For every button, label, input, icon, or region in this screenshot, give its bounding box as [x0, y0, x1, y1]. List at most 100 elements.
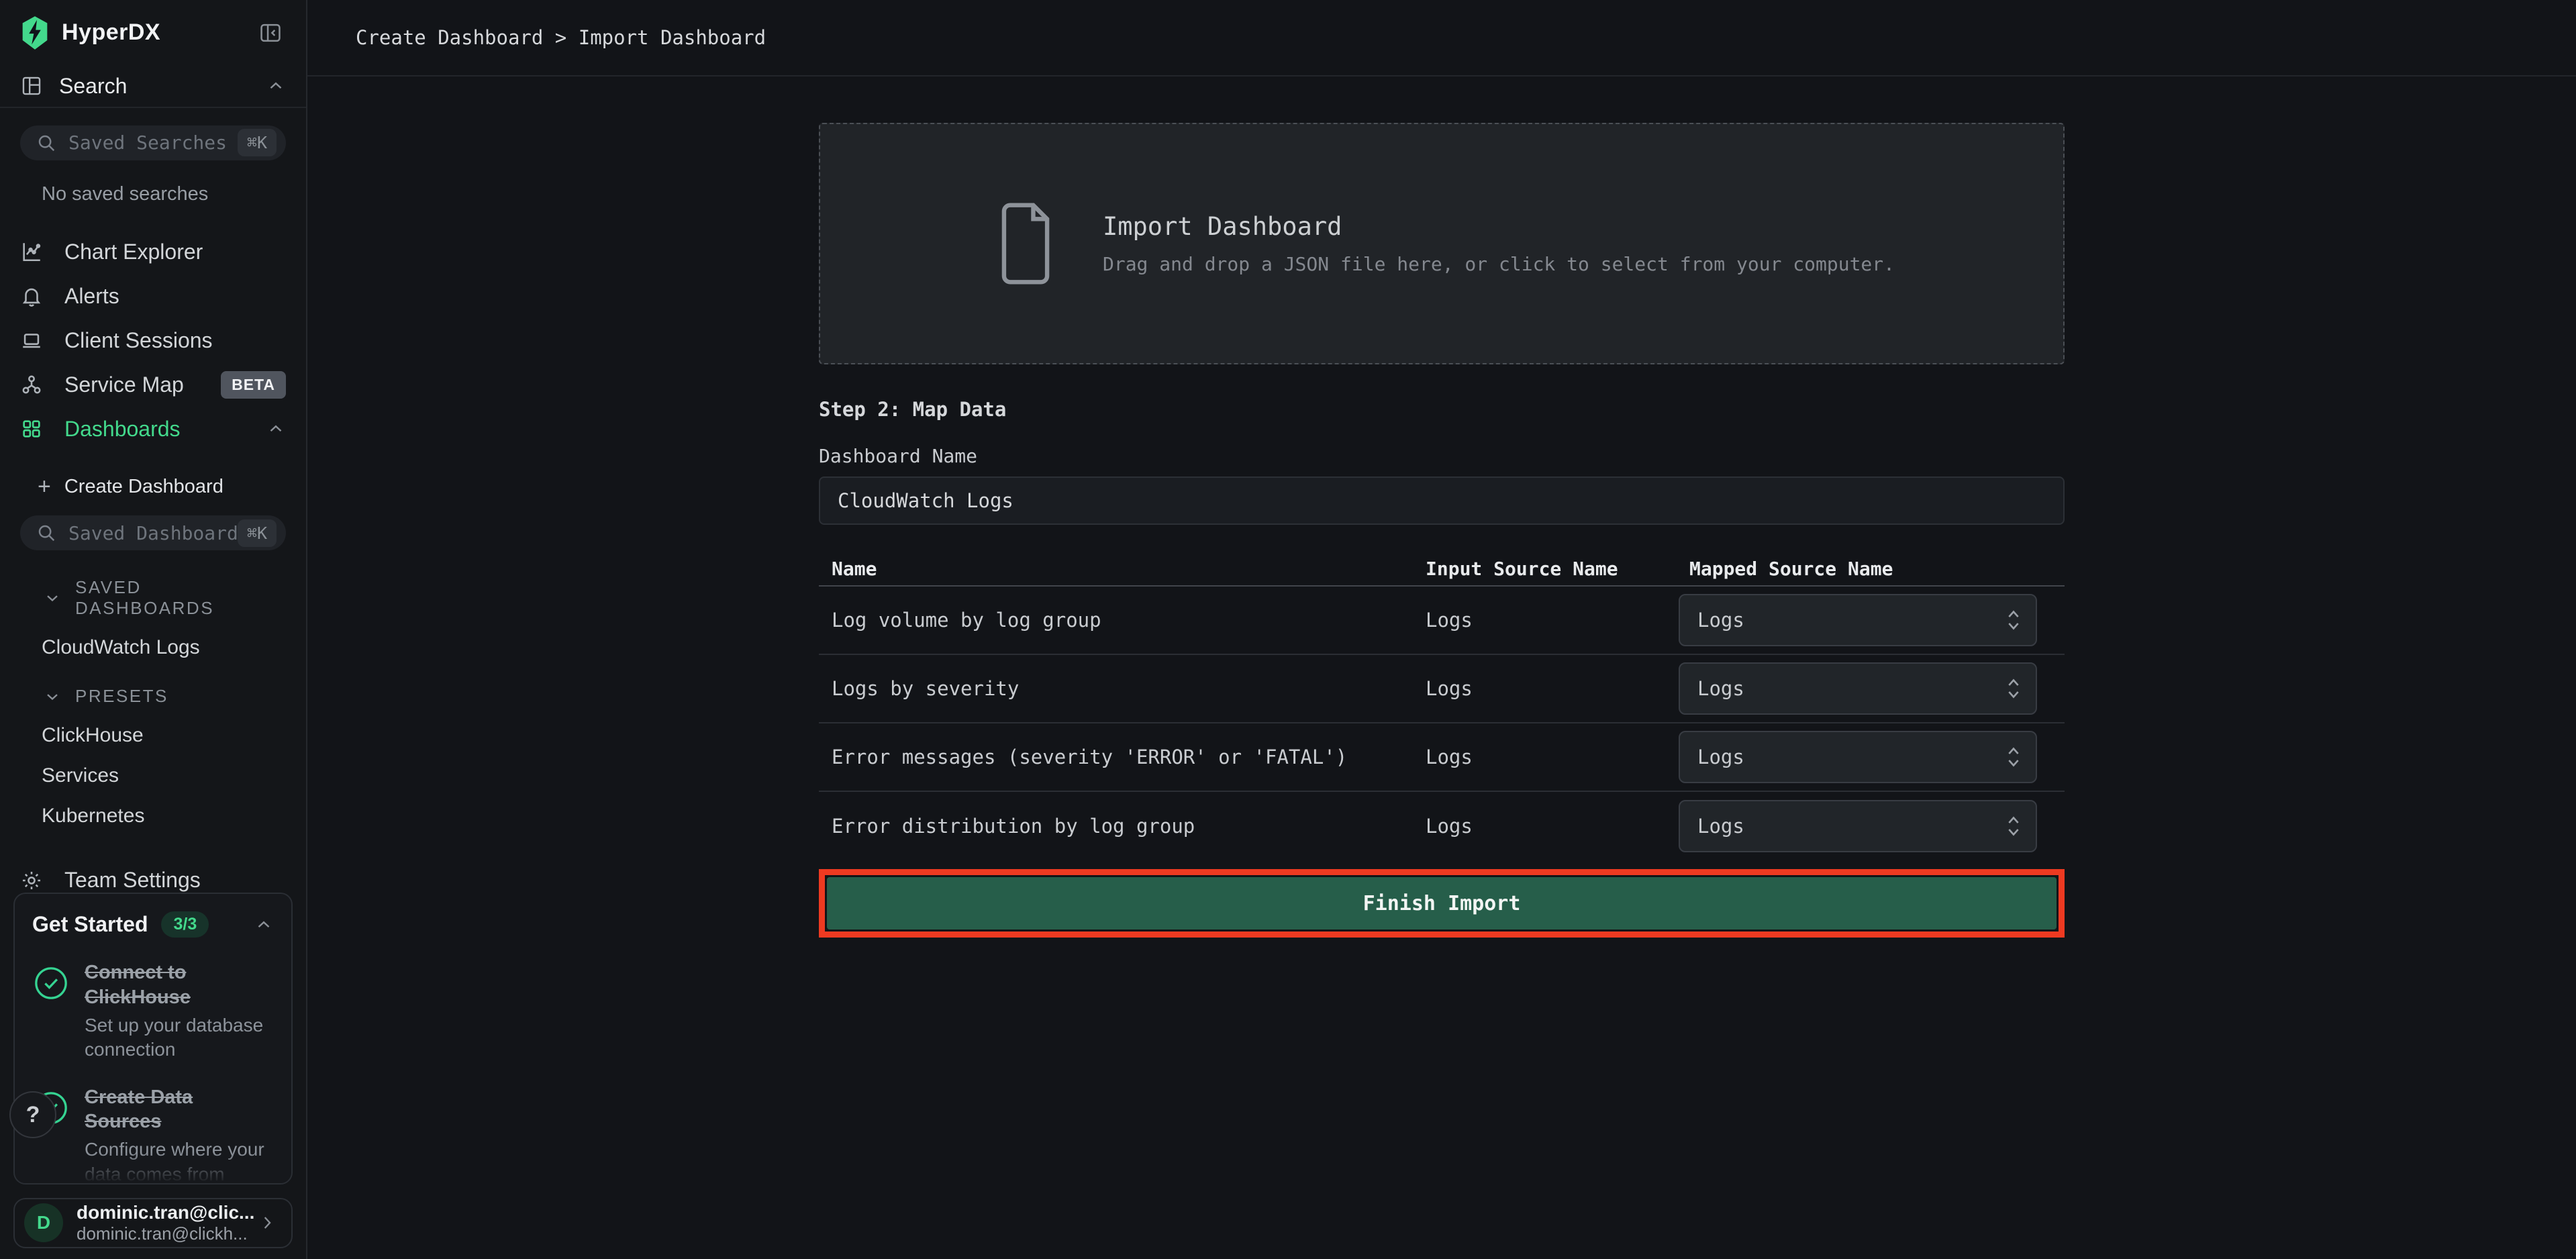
topbar: Create Dashboard > Import Dashboard	[307, 0, 2576, 77]
dashboard-name-input[interactable]	[819, 476, 2065, 525]
table-row: Log volume by log group Logs Logs	[819, 587, 2065, 655]
mapped-source-select[interactable]: Logs	[1679, 594, 2037, 646]
user-name: dominic.tran@clic...	[77, 1202, 256, 1223]
chart-explorer-icon	[20, 240, 50, 263]
select-chevrons-icon	[2005, 675, 2022, 702]
main-area: Create Dashboard > Import Dashboard Impo…	[307, 0, 2576, 1259]
chevron-up-icon[interactable]	[254, 915, 274, 935]
select-chevrons-icon	[2005, 813, 2022, 840]
search-icon	[36, 523, 56, 543]
selected-source: Logs	[1697, 677, 1744, 700]
input-source-name: Logs	[1426, 609, 1679, 632]
search-icon	[36, 133, 56, 153]
saved-dashboards-input[interactable]	[68, 522, 238, 544]
search-section-label: Search	[59, 74, 127, 99]
column-header-mapped-source: Mapped Source Name	[1679, 558, 2065, 580]
chart-name: Error messages (severity 'ERROR' or 'FAT…	[819, 746, 1426, 768]
service-map-icon	[20, 373, 50, 396]
saved-dashboards-group-label: SAVED DASHBOARDS	[75, 577, 286, 619]
logo-row: HyperDX	[0, 0, 306, 66]
sidebar-item-client-sessions[interactable]: Client Sessions	[0, 318, 306, 362]
mapped-source-select[interactable]: Logs	[1679, 731, 2037, 783]
team-settings-label: Team Settings	[64, 868, 201, 893]
saved-dashboards-search[interactable]: ⌘K	[20, 515, 286, 550]
mapping-table: Name Input Source Name Mapped Source Nam…	[819, 552, 2065, 860]
task-subtitle: Configure where your data comes from	[85, 1138, 274, 1184]
task-subtitle: Set up your database connection	[85, 1013, 274, 1062]
app-title: HyperDX	[62, 19, 255, 46]
shortcut-chip: ⌘K	[238, 129, 277, 156]
saved-searches-input[interactable]	[68, 132, 238, 154]
sidebar-item-label: Client Sessions	[64, 328, 213, 353]
sidebar-item-dashboards[interactable]: Dashboards	[0, 407, 306, 451]
create-dashboard-button[interactable]: + Create Dashboard	[38, 475, 286, 498]
dashboards-icon	[20, 417, 50, 440]
get-started-task[interactable]: Create Data Sources Configure where your…	[32, 1085, 274, 1185]
chart-name: Logs by severity	[819, 677, 1426, 700]
gear-icon	[20, 869, 50, 892]
select-chevrons-icon	[2005, 607, 2022, 634]
create-dashboard-label: Create Dashboard	[64, 476, 224, 498]
annotation-highlight: Finish Import	[819, 869, 2065, 938]
chevron-up-icon	[266, 76, 286, 96]
mapped-source-select[interactable]: Logs	[1679, 662, 2037, 715]
column-header-name: Name	[819, 558, 1426, 580]
get-started-progress-badge: 3/3	[161, 911, 209, 938]
plus-icon: +	[38, 475, 51, 498]
import-dashboard-content: Import Dashboard Drag and drop a JSON fi…	[819, 77, 2065, 938]
sidebar: HyperDX Search	[0, 0, 307, 1259]
chevron-down-icon	[43, 589, 62, 607]
user-email: dominic.tran@clickh...	[77, 1223, 256, 1244]
get-started-task[interactable]: Connect to ClickHouse Set up your databa…	[32, 960, 274, 1062]
saved-searches-search[interactable]: ⌘K	[20, 125, 286, 160]
sidebar-collapse-icon[interactable]	[255, 17, 286, 48]
get-started-title: Get Started	[32, 912, 148, 937]
preset-link-services[interactable]: Services	[42, 764, 286, 787]
selected-source: Logs	[1697, 609, 1744, 632]
sidebar-section-search[interactable]: Search	[0, 66, 306, 108]
shortcut-chip: ⌘K	[238, 519, 277, 547]
dropzone-title: Import Dashboard	[1103, 212, 1895, 241]
sidebar-item-label: Alerts	[64, 284, 119, 309]
step-label: Step 2: Map Data	[819, 398, 2065, 421]
help-label: ?	[26, 1102, 40, 1128]
help-button[interactable]: ?	[9, 1091, 56, 1138]
chevron-up-icon	[266, 419, 286, 439]
breadcrumb: Create Dashboard > Import Dashboard	[356, 26, 766, 49]
presets-group[interactable]: PRESETS	[43, 686, 286, 707]
sidebar-item-team-settings[interactable]: Team Settings	[20, 868, 286, 893]
json-dropzone[interactable]: Import Dashboard Drag and drop a JSON fi…	[819, 123, 2065, 364]
dashboard-link-cloudwatch-logs[interactable]: CloudWatch Logs	[42, 636, 286, 659]
laptop-icon	[20, 329, 50, 352]
sidebar-item-chart-explorer[interactable]: Chart Explorer	[0, 230, 306, 274]
sidebar-item-alerts[interactable]: Alerts	[0, 274, 306, 318]
finish-import-button[interactable]: Finish Import	[827, 877, 2057, 929]
dropzone-subtitle: Drag and drop a JSON file here, or click…	[1103, 253, 1895, 275]
user-menu[interactable]: D dominic.tran@clic... dominic.tran@clic…	[13, 1198, 293, 1249]
column-header-input-source: Input Source Name	[1426, 558, 1679, 580]
select-chevrons-icon	[2005, 744, 2022, 770]
task-title: Connect to ClickHouse	[85, 960, 274, 1009]
beta-badge: BETA	[221, 371, 286, 399]
chart-name: Error distribution by log group	[819, 815, 1426, 838]
table-row: Error distribution by log group Logs Log…	[819, 792, 2065, 860]
preset-link-kubernetes[interactable]: Kubernetes	[42, 805, 286, 827]
saved-dashboards-group[interactable]: SAVED DASHBOARDS	[43, 577, 286, 619]
file-icon	[989, 200, 1062, 287]
input-source-name: Logs	[1426, 677, 1679, 700]
sidebar-item-service-map[interactable]: Service Map BETA	[0, 362, 306, 407]
preset-link-clickhouse[interactable]: ClickHouse	[42, 724, 286, 747]
sidebar-nav: Chart Explorer Alerts Client Sessions	[0, 230, 306, 451]
task-title: Create Data Sources	[85, 1085, 274, 1134]
table-row: Error messages (severity 'ERROR' or 'FAT…	[819, 723, 2065, 792]
selected-source: Logs	[1697, 746, 1744, 768]
no-saved-searches-text: No saved searches	[42, 183, 286, 205]
avatar: D	[24, 1203, 63, 1242]
table-header-row: Name Input Source Name Mapped Source Nam…	[819, 552, 2065, 587]
search-section-icon	[20, 74, 43, 97]
chart-name: Log volume by log group	[819, 609, 1426, 632]
sidebar-item-label: Dashboards	[64, 417, 181, 442]
mapped-source-select[interactable]: Logs	[1679, 800, 2037, 852]
chevron-down-icon	[43, 687, 62, 706]
check-circle-icon	[32, 960, 70, 1062]
